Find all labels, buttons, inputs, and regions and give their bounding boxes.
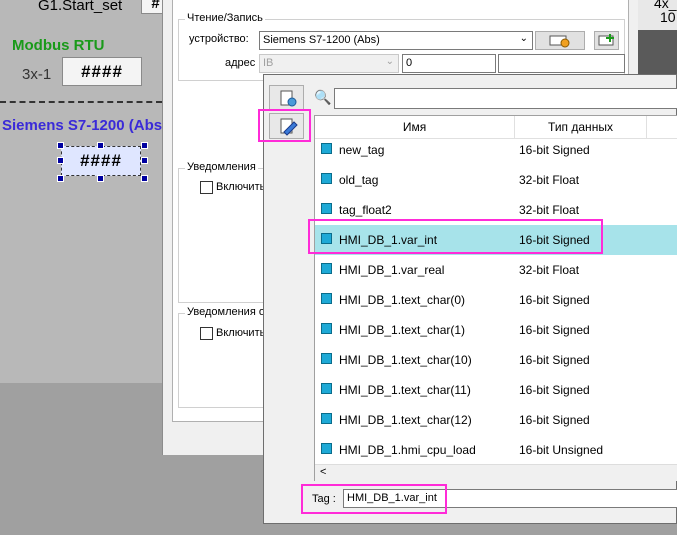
hmi-canvas: G1.Start_set # Modbus RTU 3x-1 #### Siem… bbox=[0, 0, 171, 383]
notifications-group-title: Уведомления bbox=[185, 161, 258, 173]
tag-icon bbox=[321, 293, 332, 304]
browse-tags-button[interactable] bbox=[269, 85, 304, 111]
tag-name: HMI_DB_1.text_char(12) bbox=[339, 413, 472, 427]
tag-icon bbox=[321, 203, 332, 214]
read-write-group-title: Чтение/Запись bbox=[185, 12, 265, 24]
device-label: устройство: bbox=[189, 33, 249, 45]
start-set-value: # bbox=[151, 0, 161, 12]
tag-browser-popup: 🔍 Имя Тип данных new_tag 16-bit Signed old… bbox=[263, 74, 677, 524]
table-row[interactable]: HMI_DB_1.text_char(0) 16-bit Signed bbox=[315, 285, 677, 315]
right-panel-dark bbox=[638, 30, 677, 76]
tag-name: HMI_DB_1.hmi_cpu_load bbox=[339, 443, 476, 457]
tag-type: 16-bit Signed bbox=[519, 293, 590, 307]
tag-icon bbox=[321, 353, 332, 364]
horizontal-scrollbar[interactable]: < bbox=[315, 464, 677, 481]
address-type-select[interactable]: IB ⌄ bbox=[259, 54, 399, 73]
modbus-value-display[interactable]: #### bbox=[62, 57, 142, 86]
search-icon: 🔍 bbox=[314, 89, 332, 105]
table-row[interactable]: HMI_DB_1.hmi_cpu_load 16-bit Unsigned bbox=[315, 435, 677, 465]
address-extra-input[interactable] bbox=[498, 54, 625, 73]
table-row[interactable]: HMI_DB_1.text_char(12) 16-bit Signed bbox=[315, 405, 677, 435]
tag-type: 16-bit Signed bbox=[519, 143, 590, 157]
tag-icon bbox=[321, 323, 332, 334]
device-select[interactable]: Siemens S7-1200 (Abs) ⌄ bbox=[259, 31, 533, 50]
tag-type: 32-bit Float bbox=[519, 263, 580, 277]
table-row[interactable]: new_tag 16-bit Signed bbox=[315, 135, 677, 165]
tag-grid: Имя Тип данных new_tag 16-bit Signed old_t… bbox=[314, 115, 677, 481]
chevron-down-icon: ⌄ bbox=[519, 33, 528, 44]
siemens-value-display[interactable]: #### bbox=[61, 146, 141, 176]
notify-enable-checkbox[interactable] bbox=[200, 181, 213, 194]
resize-handle[interactable] bbox=[141, 157, 148, 164]
search-input[interactable] bbox=[334, 88, 677, 109]
modbus-title: Modbus RTU bbox=[12, 37, 105, 54]
tag-icon bbox=[321, 173, 332, 184]
address-value: 0 bbox=[406, 57, 413, 69]
highlight-tag-field bbox=[301, 484, 447, 514]
resize-handle[interactable] bbox=[57, 142, 64, 149]
tag-name: HMI_DB_1.text_char(0) bbox=[339, 293, 466, 307]
notify-enable-label: Включить bbox=[216, 181, 266, 193]
tag-name: HMI_DB_1.text_char(11) bbox=[339, 383, 471, 397]
address-input[interactable]: 0 bbox=[402, 54, 496, 73]
scroll-left-icon[interactable]: < bbox=[320, 466, 326, 478]
address-type-value: IB bbox=[263, 57, 274, 69]
tag-type: 16-bit Unsigned bbox=[519, 443, 604, 457]
table-row[interactable]: HMI_DB_1.var_real 32-bit Float bbox=[315, 255, 677, 285]
resize-handle[interactable] bbox=[57, 157, 64, 164]
table-row[interactable]: old_tag 32-bit Float bbox=[315, 165, 677, 195]
highlight-edit-button bbox=[258, 109, 311, 142]
right-panel: 4x_ 10 bbox=[638, 0, 677, 76]
device-value: Siemens S7-1200 (Abs) bbox=[263, 34, 380, 46]
tag-type: 32-bit Float bbox=[519, 173, 580, 187]
table-row[interactable]: HMI_DB_1.text_char(1) 16-bit Signed bbox=[315, 315, 677, 345]
divider bbox=[0, 101, 162, 103]
tag-type: 16-bit Signed bbox=[519, 413, 590, 427]
right-panel-value: 10 bbox=[660, 9, 676, 25]
add-device-icon bbox=[598, 34, 614, 46]
resize-handle[interactable] bbox=[57, 175, 64, 182]
chevron-down-icon: ⌄ bbox=[385, 56, 394, 67]
notifications-group-2-title: Уведомления о bbox=[185, 306, 267, 318]
register-label: 3x-1 bbox=[22, 66, 52, 83]
highlight-selected-row bbox=[308, 219, 603, 254]
device-settings-icon bbox=[549, 35, 570, 48]
tag-icon bbox=[321, 413, 332, 424]
siemens-value: #### bbox=[80, 151, 122, 170]
tag-name: old_tag bbox=[339, 173, 379, 187]
resize-handle[interactable] bbox=[141, 142, 148, 149]
tag-icon bbox=[321, 443, 332, 454]
tag-name: HMI_DB_1.text_char(10) bbox=[339, 353, 472, 367]
table-row[interactable]: HMI_DB_1.text_char(10) 16-bit Signed bbox=[315, 345, 677, 375]
tag-type: 16-bit Signed bbox=[519, 323, 590, 337]
address-label: адрес : bbox=[225, 57, 262, 69]
tag-name: new_tag bbox=[339, 143, 385, 157]
tag-name: HMI_DB_1.var_real bbox=[339, 263, 445, 277]
device-settings-button[interactable] bbox=[535, 31, 585, 50]
notify2-enable-label: Включить bbox=[216, 327, 266, 339]
start-set-label: G1.Start_set bbox=[38, 0, 123, 14]
notify2-enable-checkbox[interactable] bbox=[200, 327, 213, 340]
tag-name: HMI_DB_1.text_char(1) bbox=[339, 323, 466, 337]
tag-icon bbox=[321, 143, 332, 154]
table-row[interactable]: HMI_DB_1.text_char(11) 16-bit Signed bbox=[315, 375, 677, 405]
tag-type: 16-bit Signed bbox=[519, 353, 590, 367]
tag-icon bbox=[321, 383, 332, 394]
tag-icon bbox=[321, 263, 332, 274]
tag-list-icon bbox=[280, 90, 297, 107]
add-device-button[interactable] bbox=[594, 31, 619, 50]
siemens-title: Siemens S7-1200 (Abs bbox=[2, 117, 163, 134]
tag-type: 16-bit Signed bbox=[519, 383, 590, 397]
resize-handle[interactable] bbox=[141, 175, 148, 182]
modbus-value: #### bbox=[81, 62, 123, 81]
resize-handle[interactable] bbox=[97, 142, 104, 149]
resize-handle[interactable] bbox=[97, 175, 104, 182]
